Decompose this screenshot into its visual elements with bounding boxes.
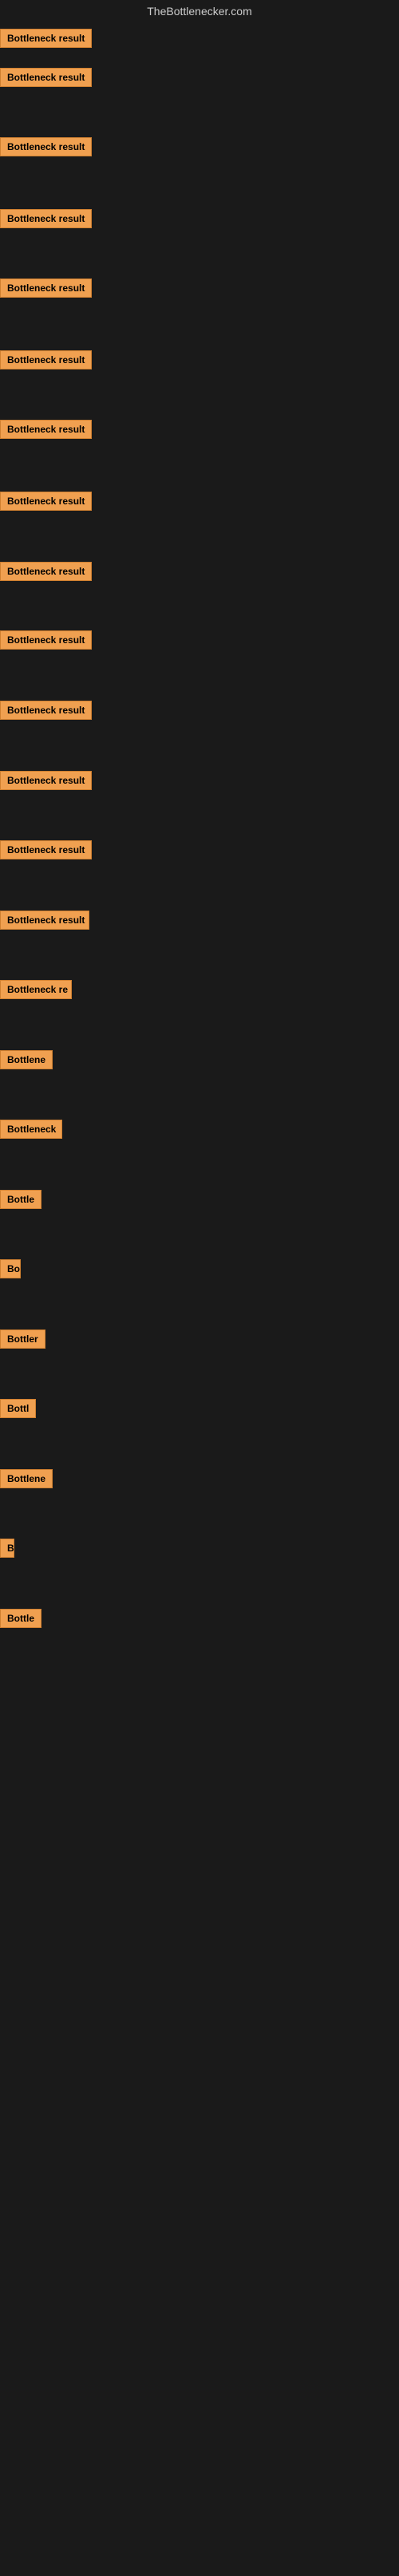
bottleneck-result-label: Bottlene [0, 1050, 53, 1069]
bottleneck-result-label: Bottler [0, 1329, 45, 1349]
bottleneck-result-label: Bottleneck result [0, 350, 92, 369]
bottleneck-result-row: Bottleneck result [0, 350, 92, 373]
bottleneck-result-row: Bottleneck result [0, 420, 92, 443]
bottleneck-result-label: Bottleneck result [0, 840, 92, 859]
bottleneck-result-label: Bottleneck result [0, 911, 89, 930]
bottleneck-result-row: Bottlene [0, 1050, 53, 1073]
bottleneck-result-row: Bottleneck result [0, 771, 92, 794]
bottleneck-result-row: Bottleneck [0, 1120, 62, 1143]
bottleneck-result-label: Bottl [0, 1399, 36, 1418]
bottleneck-result-row: Bottleneck result [0, 137, 92, 160]
bottleneck-result-row: Bottleneck result [0, 209, 92, 232]
bottleneck-result-row: Bottle [0, 1190, 41, 1213]
bottleneck-result-row: Bottleneck result [0, 840, 92, 863]
bottleneck-result-row: Bottleneck result [0, 29, 92, 52]
site-title: TheBottlenecker.com [0, 0, 399, 22]
bottleneck-result-row: Bottleneck result [0, 492, 92, 515]
bottleneck-result-label: Bottlene [0, 1469, 53, 1488]
bottleneck-result-label: Bottleneck [0, 1120, 62, 1139]
bottleneck-result-row: Bottleneck result [0, 279, 92, 302]
bottleneck-result-label: Bottleneck re [0, 980, 72, 999]
bottleneck-result-label: Bottleneck result [0, 492, 92, 511]
bottleneck-result-row: B [0, 1539, 14, 1562]
bottleneck-result-row: Bottleneck re [0, 980, 72, 1003]
bottleneck-result-label: Bo [0, 1259, 21, 1278]
bottleneck-result-row: Bottleneck result [0, 562, 92, 585]
bottleneck-result-label: Bottleneck result [0, 562, 92, 581]
bottleneck-result-label: Bottleneck result [0, 137, 92, 156]
bottleneck-result-label: B [0, 1539, 14, 1558]
bottleneck-result-row: Bottle [0, 1609, 41, 1632]
bottleneck-result-label: Bottleneck result [0, 701, 92, 720]
bottleneck-result-label: Bottleneck result [0, 771, 92, 790]
bottleneck-result-row: Bottlene [0, 1469, 53, 1492]
bottleneck-result-label: Bottleneck result [0, 279, 92, 298]
bottleneck-result-row: Bottleneck result [0, 701, 92, 724]
bottleneck-result-label: Bottleneck result [0, 630, 92, 650]
bottleneck-result-row: Bottler [0, 1329, 45, 1353]
bottleneck-result-label: Bottleneck result [0, 420, 92, 439]
bottleneck-result-row: Bottl [0, 1399, 36, 1422]
bottleneck-result-row: Bo [0, 1259, 21, 1282]
bottleneck-result-label: Bottle [0, 1190, 41, 1209]
bottleneck-result-label: Bottle [0, 1609, 41, 1628]
bottleneck-result-row: Bottleneck result [0, 68, 92, 91]
bottleneck-result-label: Bottleneck result [0, 29, 92, 48]
bottleneck-result-row: Bottleneck result [0, 911, 89, 934]
bottleneck-result-row: Bottleneck result [0, 630, 92, 654]
bottleneck-result-label: Bottleneck result [0, 68, 92, 87]
bottleneck-result-label: Bottleneck result [0, 209, 92, 228]
